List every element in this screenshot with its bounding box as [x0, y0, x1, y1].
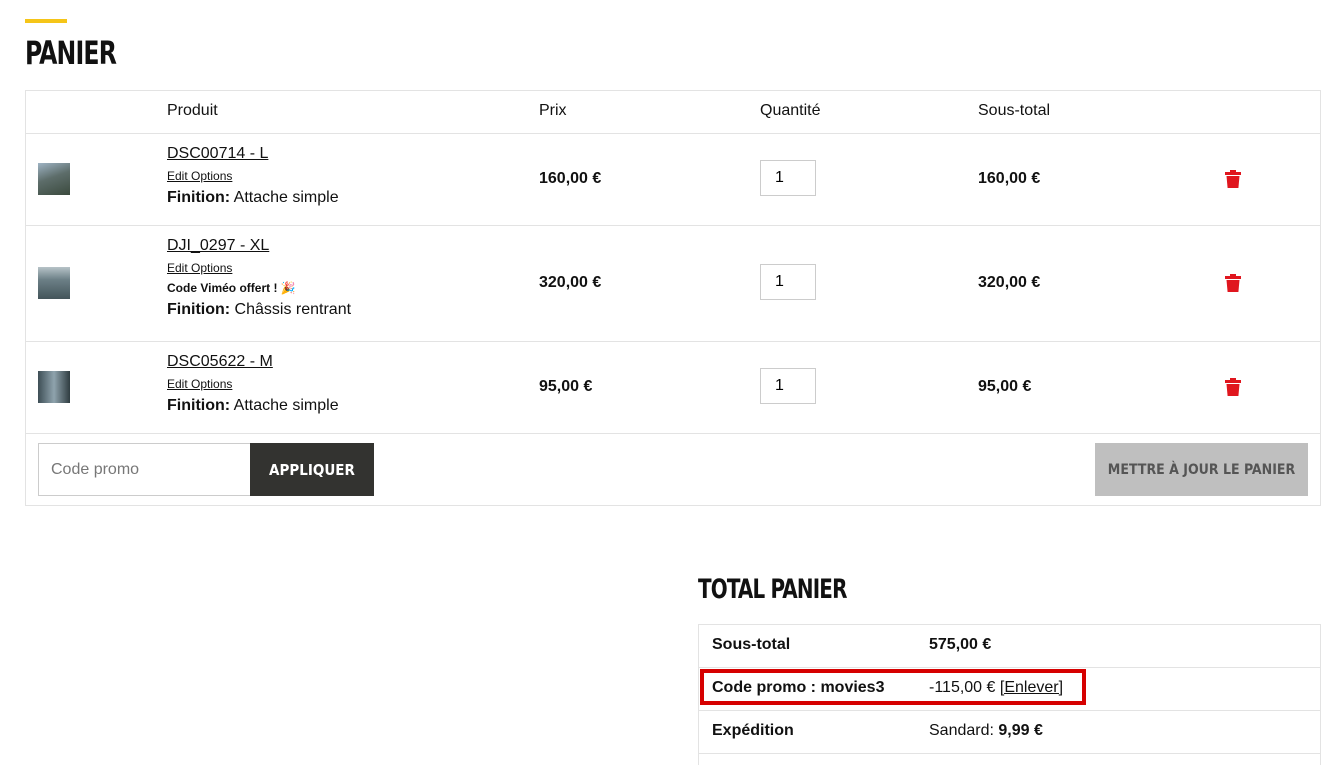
update-cart-button[interactable]: METTRE À JOUR LE PANIER [1095, 443, 1308, 496]
product-name-link[interactable]: DJI_0297 - XL [167, 237, 351, 255]
cart-row: DSC05622 - M Edit Options Finition: Atta… [26, 342, 1320, 434]
item-subtotal: 160,00 € [978, 170, 1041, 187]
promo-code-input[interactable] [38, 443, 250, 496]
totals-row-shipping: Expédition Sandard: 9,99 € [699, 711, 1320, 754]
product-info: DJI_0297 - XL Edit Options Code Viméo of… [167, 237, 351, 319]
item-price: 160,00 € [539, 170, 602, 187]
finish-value: Châssis rentrant [234, 301, 352, 318]
edit-options-link[interactable]: Edit Options [167, 169, 339, 183]
item-price: 320,00 € [539, 274, 602, 291]
offer-note: Code Viméo offert ! 🎉 [167, 281, 296, 295]
header-price: Prix [539, 102, 567, 119]
totals-row-promo: Code promo : movies3 -115,00 € [Enlever] [699, 668, 1320, 711]
quantity-input[interactable] [760, 264, 816, 300]
quantity-input[interactable] [760, 160, 816, 196]
remove-promo-link[interactable]: [Enlever] [1000, 679, 1063, 696]
product-info: DSC00714 - L Edit Options Finition: Atta… [167, 145, 339, 207]
item-subtotal: 95,00 € [978, 378, 1032, 395]
shipping-label: Expédition [712, 722, 794, 739]
trash-icon[interactable] [1225, 170, 1241, 188]
cart-totals-title: TOTAL PANIER [698, 574, 847, 605]
cart-row: DSC00714 - L Edit Options Finition: Atta… [26, 134, 1320, 226]
promo-code-label: Code promo : movies3 [712, 679, 885, 696]
product-info: DSC05622 - M Edit Options Finition: Atta… [167, 353, 339, 415]
edit-options-link[interactable]: Edit Options [167, 261, 351, 275]
apply-coupon-button[interactable]: APPLIQUER [250, 443, 374, 496]
trash-icon[interactable] [1225, 378, 1241, 396]
shipping-value[interactable]: Sandard: 9,99 € [929, 722, 1043, 740]
finish-label: Finition: [167, 397, 231, 414]
cart-table: Produit Prix Quantité Sous-total DSC0071… [25, 90, 1321, 506]
edit-options-link[interactable]: Edit Options [167, 377, 339, 391]
promo-discount: -115,00 € [Enlever] [929, 679, 1063, 697]
shipping-price: 9,99 € [998, 722, 1043, 739]
finish-value: Attache simple [233, 397, 339, 414]
quantity-input[interactable] [760, 368, 816, 404]
header-quantity: Quantité [760, 102, 821, 119]
product-finish: Finition: Attache simple [167, 397, 339, 415]
product-thumbnail[interactable] [38, 267, 70, 299]
product-finish: Finition: Châssis rentrant [167, 301, 351, 319]
header-subtotal: Sous-total [978, 102, 1051, 119]
shipping-method: Sandard: [929, 722, 994, 739]
cart-totals-table: Sous-total 575,00 € Code promo : movies3… [698, 624, 1321, 765]
totals-row-subtotal: Sous-total 575,00 € [699, 625, 1320, 668]
item-price: 95,00 € [539, 378, 593, 395]
product-thumbnail[interactable] [38, 371, 70, 403]
product-name-link[interactable]: DSC05622 - M [167, 353, 339, 371]
trash-icon[interactable] [1225, 274, 1241, 292]
cart-table-header: Produit Prix Quantité Sous-total [26, 91, 1320, 134]
subtotal-label: Sous-total [712, 636, 791, 653]
item-subtotal: 320,00 € [978, 274, 1041, 291]
finish-label: Finition: [167, 301, 231, 318]
product-name-link[interactable]: DSC00714 - L [167, 145, 339, 163]
product-finish: Finition: Attache simple [167, 189, 339, 207]
page-title: PANIER [25, 34, 117, 72]
finish-value: Attache simple [233, 189, 339, 206]
subtotal-value: 575,00 € [929, 636, 992, 653]
cart-row: DJI_0297 - XL Edit Options Code Viméo of… [26, 226, 1320, 342]
title-accent-line [25, 19, 67, 23]
product-thumbnail[interactable] [38, 163, 70, 195]
header-product: Produit [167, 102, 218, 119]
promo-discount-value: -115,00 € [929, 679, 996, 696]
finish-label: Finition: [167, 189, 231, 206]
